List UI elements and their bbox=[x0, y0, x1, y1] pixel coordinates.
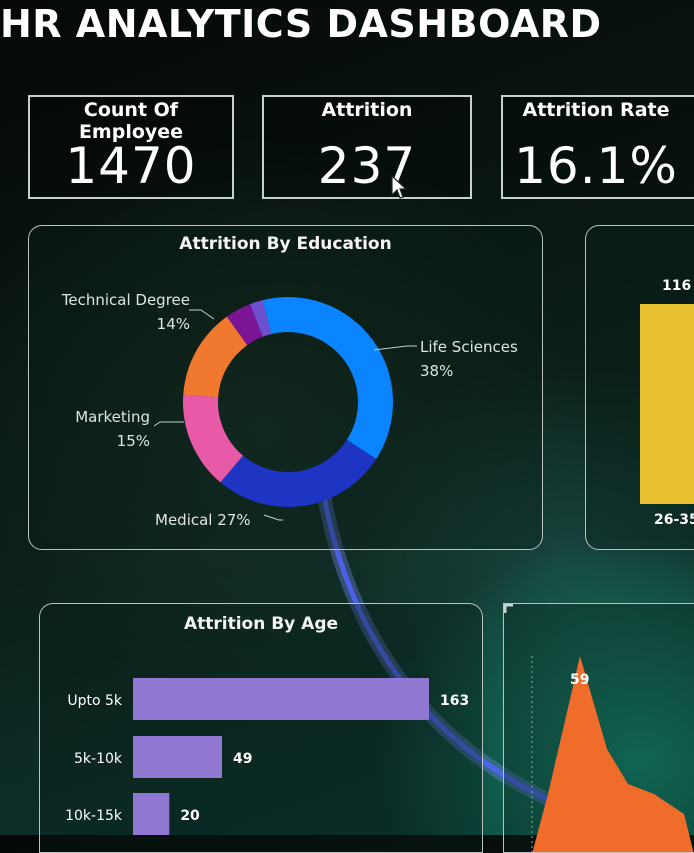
attrition-area-chart: 59 bbox=[531, 656, 694, 852]
age-bar-upto-5k[interactable] bbox=[133, 678, 429, 720]
bar-category-label: 26-35 bbox=[654, 512, 694, 528]
kpi-value: 1470 bbox=[65, 137, 197, 195]
area-peak-label: 59 bbox=[570, 672, 589, 688]
label-life-sciences-name: Life Sciences bbox=[420, 338, 518, 356]
area-series bbox=[532, 656, 694, 852]
label-life-sciences-pct: 38% bbox=[420, 362, 453, 380]
age-group-bar bbox=[640, 304, 694, 504]
attrition-by-age-group-panel[interactable]: 116 26-35 bbox=[585, 225, 694, 550]
label-marketing-name: Marketing bbox=[75, 408, 150, 426]
age-category-label: Upto 5k bbox=[67, 693, 123, 709]
kpi-label: Attrition bbox=[321, 99, 413, 121]
bar-value-label: 116 bbox=[662, 278, 692, 294]
kpi-value: 16.1% bbox=[514, 137, 678, 195]
age-category-label: 10k-15k bbox=[65, 808, 123, 824]
kpi-label: Attrition Rate bbox=[522, 99, 670, 121]
kpi-card-employee-count[interactable]: Count Of Employee 1470 bbox=[28, 95, 234, 199]
attrition-by-age-chart: Upto 5k 163 5k-10k 49 10k-15k 20 bbox=[65, 678, 469, 835]
label-technical-degree-pct: 14% bbox=[157, 315, 190, 333]
attrition-by-age-panel[interactable]: Attrition By Age Upto 5k 163 5k-10k 49 10k-1… bbox=[39, 603, 483, 853]
donut-slice-medical[interactable] bbox=[220, 439, 377, 507]
donut-slice-life-sciences[interactable] bbox=[262, 297, 394, 459]
kpi-card-attrition-rate[interactable]: Attrition Rate 16.1% bbox=[501, 95, 694, 199]
label-technical-degree-name: Technical Degree bbox=[61, 291, 190, 309]
attrition-by-education-panel[interactable]: Attrition By Education Life Sciences 38%… bbox=[28, 225, 543, 550]
label-marketing-pct: 15% bbox=[117, 432, 150, 450]
kpi-value: 237 bbox=[317, 137, 417, 195]
age-bar-value-label: 20 bbox=[180, 808, 200, 824]
age-category-label: 5k-10k bbox=[74, 751, 123, 767]
attrition-trend-panel[interactable]: 59 bbox=[503, 603, 694, 853]
dashboard-title: HR ANALYTICS DASHBOARD bbox=[0, 2, 602, 46]
age-bar-5k-10k[interactable] bbox=[133, 736, 222, 778]
age-bar-value-label: 163 bbox=[440, 693, 469, 709]
label-medical: Medical 27% bbox=[155, 511, 251, 529]
age-bar-value-label: 49 bbox=[233, 751, 252, 767]
kpi-card-attrition[interactable]: Attrition 237 bbox=[262, 95, 472, 199]
cursor-icon bbox=[391, 175, 407, 199]
education-donut-chart: Life Sciences 38% Medical 27% Marketing … bbox=[61, 291, 518, 529]
age-bar-10k-15k[interactable] bbox=[133, 793, 170, 835]
